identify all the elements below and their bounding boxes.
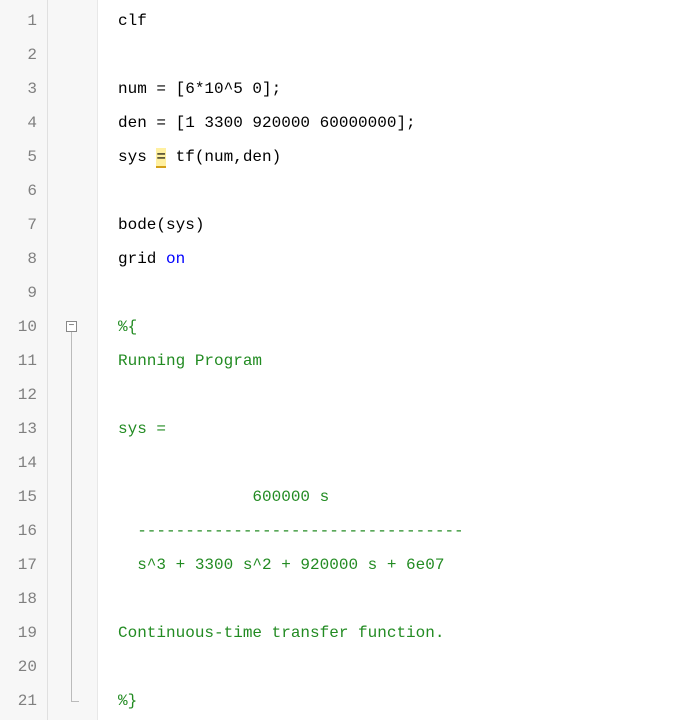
line-number: 19 xyxy=(0,616,47,650)
fold-cell xyxy=(48,446,97,480)
code-line[interactable] xyxy=(118,650,690,684)
code-line[interactable]: Continuous-time transfer function. xyxy=(118,616,690,650)
line-number: 3 xyxy=(0,72,47,106)
code-line[interactable] xyxy=(118,446,690,480)
code-line[interactable] xyxy=(118,276,690,310)
code-token: on xyxy=(166,250,185,268)
line-number: 12 xyxy=(0,378,47,412)
code-token: den = [1 3300 920000 60000000]; xyxy=(118,114,416,132)
code-area[interactable]: clf num = [6*10^5 0]; den = [1 3300 920000… xyxy=(98,0,690,720)
line-number: 21 xyxy=(0,684,47,718)
fold-column: − xyxy=(48,0,98,720)
fold-cell xyxy=(48,38,97,72)
code-token: 600000 s xyxy=(118,488,329,506)
code-line[interactable]: sys = xyxy=(118,412,690,446)
code-line[interactable]: grid on xyxy=(118,242,690,276)
code-token: = xyxy=(156,148,166,168)
code-line[interactable]: s^3 + 3300 s^2 + 920000 s + 6e07 xyxy=(118,548,690,582)
code-token: grid xyxy=(118,250,166,268)
code-line[interactable]: bode(sys) xyxy=(118,208,690,242)
code-token: sys xyxy=(118,148,156,166)
line-number: 17 xyxy=(0,548,47,582)
line-number: 2 xyxy=(0,38,47,72)
code-line[interactable]: num = [6*10^5 0]; xyxy=(118,72,690,106)
code-line[interactable] xyxy=(118,582,690,616)
code-token: sys = xyxy=(118,420,166,438)
code-line[interactable]: %} xyxy=(118,684,690,718)
code-line[interactable] xyxy=(118,38,690,72)
fold-cell xyxy=(48,4,97,38)
fold-cell xyxy=(48,72,97,106)
code-token: Continuous-time transfer function. xyxy=(118,624,444,642)
code-line[interactable]: 600000 s xyxy=(118,480,690,514)
code-token: ---------------------------------- xyxy=(118,522,464,540)
code-editor[interactable]: 123456789101112131415161718192021 − clfn… xyxy=(0,0,690,720)
fold-cell xyxy=(48,344,97,378)
line-number: 1 xyxy=(0,4,47,38)
code-line[interactable]: sys = tf(num,den) xyxy=(118,140,690,174)
line-number: 18 xyxy=(0,582,47,616)
code-token: clf xyxy=(118,12,147,30)
fold-cell xyxy=(48,140,97,174)
line-number: 14 xyxy=(0,446,47,480)
fold-cell xyxy=(48,412,97,446)
code-line[interactable]: den = [1 3300 920000 60000000]; xyxy=(118,106,690,140)
line-number: 6 xyxy=(0,174,47,208)
fold-cell xyxy=(48,650,97,684)
line-number-gutter: 123456789101112131415161718192021 xyxy=(0,0,48,720)
fold-cell xyxy=(48,480,97,514)
code-line[interactable]: Running Program xyxy=(118,344,690,378)
line-number: 10 xyxy=(0,310,47,344)
line-number: 20 xyxy=(0,650,47,684)
fold-cell xyxy=(48,616,97,650)
fold-cell xyxy=(48,378,97,412)
line-number: 7 xyxy=(0,208,47,242)
fold-cell xyxy=(48,106,97,140)
code-line[interactable]: %{ xyxy=(118,310,690,344)
code-token: tf(num,den) xyxy=(166,148,281,166)
code-token: %{ xyxy=(118,318,137,336)
code-line[interactable]: clf xyxy=(118,4,690,38)
code-token: bode(sys) xyxy=(118,216,204,234)
fold-cell xyxy=(48,514,97,548)
code-token: Running Program xyxy=(118,352,262,370)
line-number: 11 xyxy=(0,344,47,378)
code-token: %} xyxy=(118,692,137,710)
fold-cell xyxy=(48,548,97,582)
line-number: 16 xyxy=(0,514,47,548)
line-number: 15 xyxy=(0,480,47,514)
code-line[interactable] xyxy=(118,174,690,208)
code-token: s^3 + 3300 s^2 + 920000 s + 6e07 xyxy=(118,556,444,574)
code-line[interactable]: ---------------------------------- xyxy=(118,514,690,548)
line-number: 9 xyxy=(0,276,47,310)
fold-toggle-icon[interactable]: − xyxy=(66,321,77,332)
fold-cell: − xyxy=(48,310,97,344)
line-number: 8 xyxy=(0,242,47,276)
code-line[interactable] xyxy=(118,378,690,412)
code-token: num = [6*10^5 0]; xyxy=(118,80,281,98)
fold-cell xyxy=(48,242,97,276)
fold-cell xyxy=(48,276,97,310)
fold-cell xyxy=(48,582,97,616)
line-number: 5 xyxy=(0,140,47,174)
line-number: 13 xyxy=(0,412,47,446)
line-number: 4 xyxy=(0,106,47,140)
fold-cell xyxy=(48,684,97,718)
fold-cell xyxy=(48,208,97,242)
fold-cell xyxy=(48,174,97,208)
